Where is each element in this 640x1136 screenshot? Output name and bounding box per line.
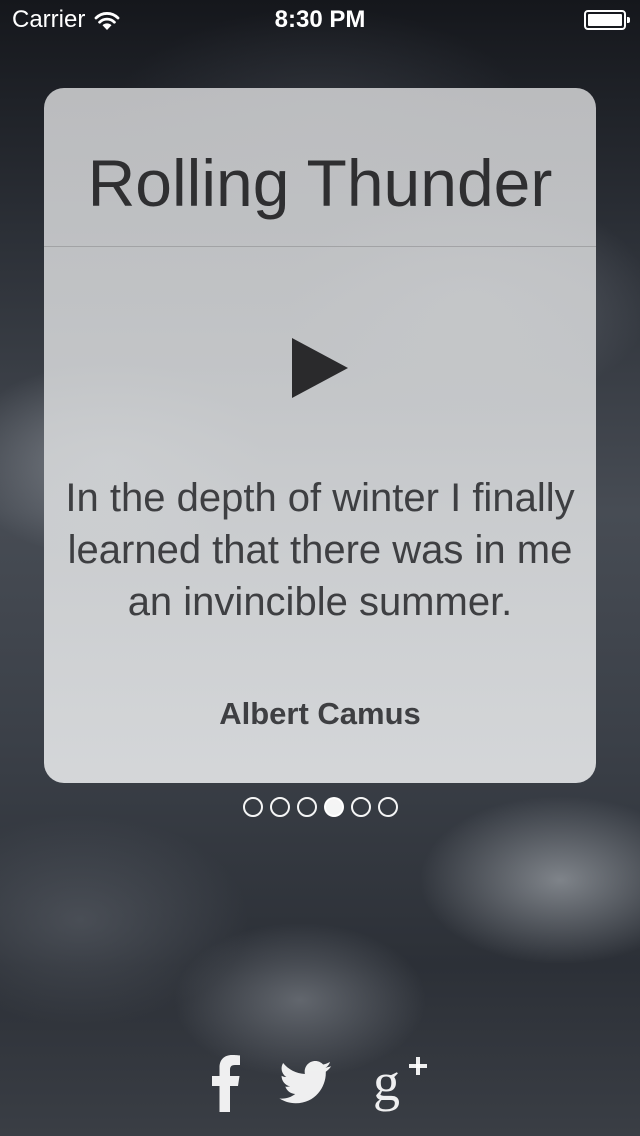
twitter-icon[interactable] (279, 1061, 333, 1105)
social-share-bar: g (0, 1052, 640, 1114)
page-dot-active[interactable] (323, 797, 344, 817)
status-bar: Carrier 8:30 PM (0, 0, 640, 40)
title-divider (44, 246, 596, 247)
google-plus-icon[interactable]: g (371, 1052, 429, 1114)
quote-author: Albert Camus (219, 696, 421, 731)
page-dot[interactable] (377, 797, 398, 817)
page-dot[interactable] (269, 797, 290, 817)
facebook-icon[interactable] (211, 1054, 241, 1112)
status-time: 8:30 PM (274, 6, 366, 33)
svg-text:g: g (373, 1052, 400, 1112)
quote-text: In the depth of winter I finally learned… (65, 476, 575, 624)
quote-card: Rolling Thunder In the depth of winter I… (44, 88, 596, 783)
track-title: Rolling Thunder (87, 146, 553, 220)
page-dot[interactable] (242, 797, 263, 817)
page-dot[interactable] (350, 797, 371, 817)
page-dot[interactable] (296, 797, 317, 817)
page-indicator[interactable] (0, 797, 640, 817)
play-icon[interactable] (290, 336, 350, 400)
battery-icon (584, 10, 630, 30)
